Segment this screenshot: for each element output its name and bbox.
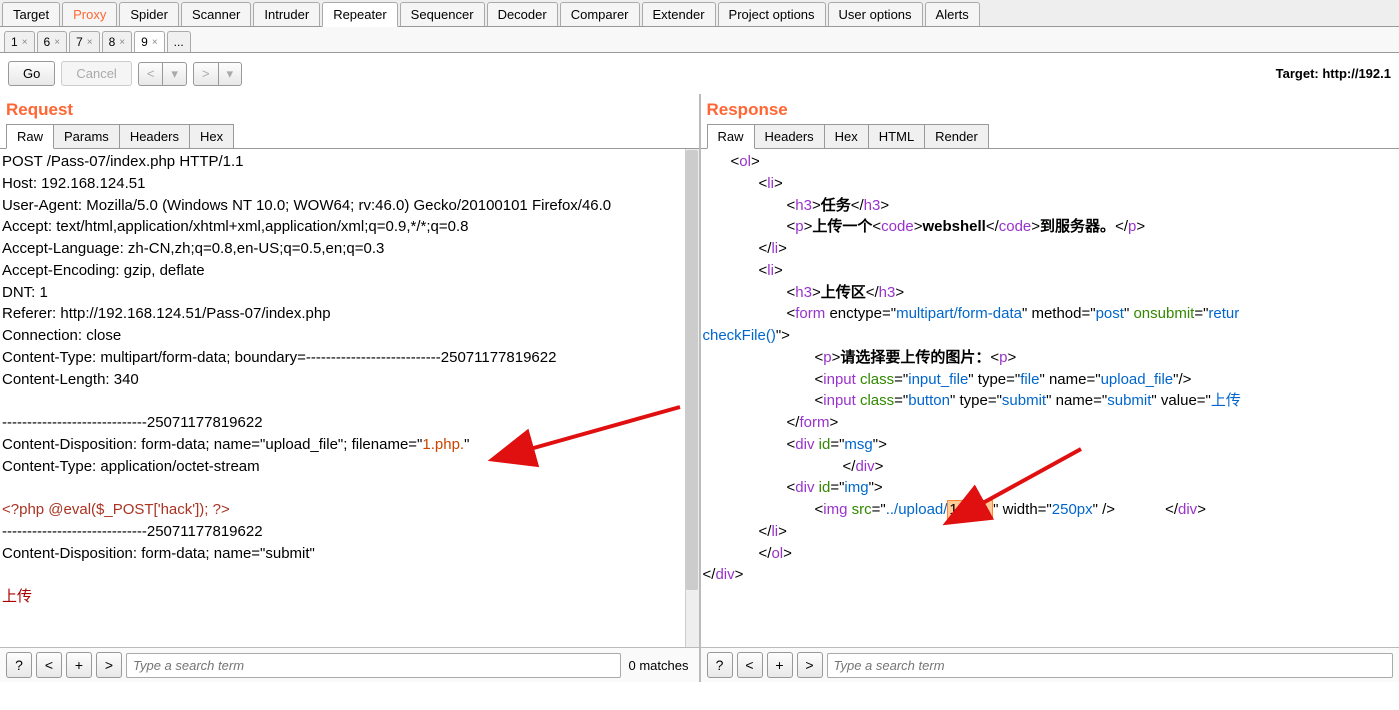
tab-repeater[interactable]: Repeater bbox=[322, 2, 397, 27]
main-panes: Request Raw Params Headers Hex POST /Pas… bbox=[0, 94, 1399, 682]
response-raw-text[interactable]: <ol> <li> <h3>任务</h3> <p>上传一个<code>websh… bbox=[701, 149, 1399, 588]
close-icon[interactable]: × bbox=[54, 37, 60, 48]
request-content[interactable]: POST /Pass-07/index.php HTTP/1.1 Host: 1… bbox=[0, 149, 699, 647]
request-footer: ? < + > 0 matches bbox=[0, 647, 699, 682]
tab-label: 1 bbox=[11, 35, 18, 49]
history-back-group: < ▾ bbox=[138, 62, 187, 86]
history-back-button[interactable]: < bbox=[138, 62, 163, 86]
repeater-tab-9[interactable]: 9× bbox=[134, 31, 165, 52]
tab-scanner[interactable]: Scanner bbox=[181, 2, 251, 26]
response-content[interactable]: <ol> <li> <h3>任务</h3> <p>上传一个<code>websh… bbox=[701, 149, 1399, 647]
request-tab-hex[interactable]: Hex bbox=[190, 124, 234, 148]
tab-user-options[interactable]: User options bbox=[828, 2, 923, 26]
response-tab-render[interactable]: Render bbox=[925, 124, 989, 148]
repeater-tab-8[interactable]: 8× bbox=[102, 31, 133, 52]
close-icon[interactable]: × bbox=[152, 37, 158, 48]
close-icon[interactable]: × bbox=[87, 37, 93, 48]
cancel-button[interactable]: Cancel bbox=[61, 61, 131, 86]
request-tab-headers[interactable]: Headers bbox=[120, 124, 190, 148]
tab-target[interactable]: Target bbox=[2, 2, 60, 26]
tab-spider[interactable]: Spider bbox=[119, 2, 179, 26]
response-tab-headers[interactable]: Headers bbox=[755, 124, 825, 148]
tab-alerts[interactable]: Alerts bbox=[925, 2, 980, 26]
search-input[interactable] bbox=[827, 653, 1394, 678]
scrollbar[interactable] bbox=[685, 149, 699, 647]
tab-label: ... bbox=[174, 35, 184, 49]
next-match-button[interactable]: > bbox=[96, 652, 122, 678]
tab-decoder[interactable]: Decoder bbox=[487, 2, 558, 26]
request-title: Request bbox=[0, 94, 699, 122]
history-forward-dropdown[interactable]: ▾ bbox=[218, 62, 243, 86]
tab-sequencer[interactable]: Sequencer bbox=[400, 2, 485, 26]
response-footer: ? < + > bbox=[701, 647, 1399, 682]
scrollbar-thumb[interactable] bbox=[686, 150, 698, 590]
history-forward-group: > ▾ bbox=[193, 62, 242, 86]
main-tab-bar: Target Proxy Spider Scanner Intruder Rep… bbox=[0, 0, 1399, 27]
prev-match-button[interactable]: < bbox=[737, 652, 763, 678]
response-tab-hex[interactable]: Hex bbox=[825, 124, 869, 148]
response-tab-raw[interactable]: Raw bbox=[707, 124, 755, 149]
tab-label: 7 bbox=[76, 35, 83, 49]
request-tab-raw[interactable]: Raw bbox=[6, 124, 54, 149]
next-match-button[interactable]: > bbox=[797, 652, 823, 678]
response-title: Response bbox=[701, 94, 1399, 122]
repeater-tab-bar: 1× 6× 7× 8× 9× ... bbox=[0, 27, 1399, 53]
request-view-tabs: Raw Params Headers Hex bbox=[0, 122, 699, 149]
add-button[interactable]: + bbox=[767, 652, 793, 678]
repeater-tab-6[interactable]: 6× bbox=[37, 31, 68, 52]
tab-comparer[interactable]: Comparer bbox=[560, 2, 640, 26]
repeater-tab-more[interactable]: ... bbox=[167, 31, 191, 52]
response-pane: Response Raw Headers Hex HTML Render <ol… bbox=[701, 94, 1399, 682]
close-icon[interactable]: × bbox=[119, 37, 125, 48]
prev-match-button[interactable]: < bbox=[36, 652, 62, 678]
add-button[interactable]: + bbox=[66, 652, 92, 678]
request-raw-text[interactable]: POST /Pass-07/index.php HTTP/1.1 Host: 1… bbox=[0, 149, 699, 610]
tab-project-options[interactable]: Project options bbox=[718, 2, 826, 26]
search-input[interactable] bbox=[126, 653, 621, 678]
tab-label: 6 bbox=[44, 35, 51, 49]
tab-label: 8 bbox=[109, 35, 116, 49]
tab-label: 9 bbox=[141, 35, 148, 49]
request-pane: Request Raw Params Headers Hex POST /Pas… bbox=[0, 94, 701, 682]
target-label[interactable]: Target: http://192.1 bbox=[1276, 66, 1391, 81]
repeater-tab-7[interactable]: 7× bbox=[69, 31, 100, 52]
go-button[interactable]: Go bbox=[8, 61, 55, 86]
history-back-dropdown[interactable]: ▾ bbox=[162, 62, 187, 86]
help-button[interactable]: ? bbox=[6, 652, 32, 678]
request-tab-params[interactable]: Params bbox=[54, 124, 120, 148]
repeater-tab-1[interactable]: 1× bbox=[4, 31, 35, 52]
history-forward-button[interactable]: > bbox=[193, 62, 218, 86]
response-view-tabs: Raw Headers Hex HTML Render bbox=[701, 122, 1399, 149]
tab-extender[interactable]: Extender bbox=[642, 2, 716, 26]
response-tab-html[interactable]: HTML bbox=[869, 124, 925, 148]
help-button[interactable]: ? bbox=[707, 652, 733, 678]
match-count: 0 matches bbox=[625, 658, 693, 673]
close-icon[interactable]: × bbox=[22, 37, 28, 48]
tab-intruder[interactable]: Intruder bbox=[253, 2, 320, 26]
tab-proxy[interactable]: Proxy bbox=[62, 2, 117, 26]
repeater-toolbar: Go Cancel < ▾ > ▾ Target: http://192.1 bbox=[0, 53, 1399, 94]
